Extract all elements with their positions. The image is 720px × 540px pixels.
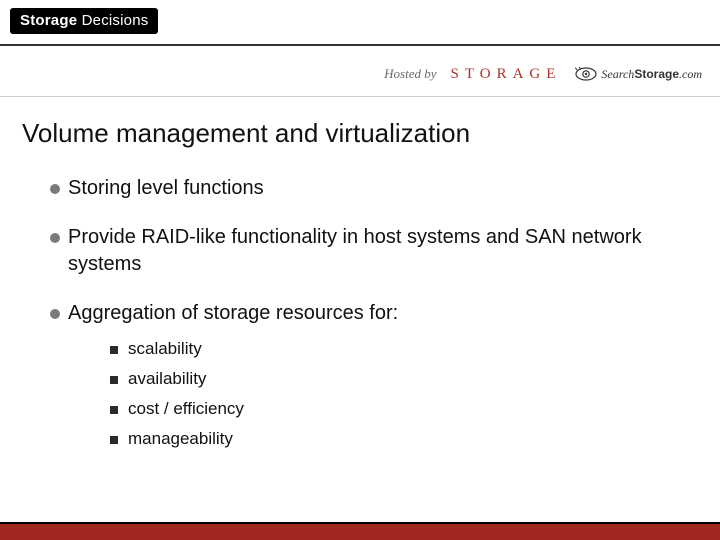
bullet-icon <box>50 184 60 194</box>
list-item: scalability <box>110 339 680 359</box>
list-item: Storing level functions <box>50 175 680 202</box>
header-bar: Storage Decisions <box>0 0 720 44</box>
sub-bullet-text: manageability <box>128 429 233 449</box>
search-storage-text: SearchStorage.com <box>601 67 702 82</box>
search-storage-logo: SearchStorage.com <box>575 67 702 82</box>
hosted-by-row: Hosted by STORAGE SearchStorage.com <box>0 54 720 94</box>
header-divider <box>0 44 720 46</box>
sub-bullet-text: cost / efficiency <box>128 399 244 419</box>
hosted-divider <box>0 96 720 97</box>
footer-bar <box>0 522 720 540</box>
bullet-text: Aggregation of storage resources for: <box>68 300 398 327</box>
list-item: Aggregation of storage resources for: <box>50 300 680 327</box>
hosted-by-label: Hosted by <box>384 66 436 82</box>
brand-badge: Storage Decisions <box>10 8 158 34</box>
page-title: Volume management and virtualization <box>22 118 470 149</box>
sub-bullet-text: scalability <box>128 339 202 359</box>
sub-list: scalability availability cost / efficien… <box>110 339 680 449</box>
dotcom: .com <box>679 67 702 81</box>
list-item: manageability <box>110 429 680 449</box>
content-area: Storing level functions Provide RAID-lik… <box>50 175 680 459</box>
eye-icon <box>575 67 597 81</box>
square-bullet-icon <box>110 406 118 414</box>
list-item: cost / efficiency <box>110 399 680 419</box>
sub-bullet-text: availability <box>128 369 206 389</box>
list-item: availability <box>110 369 680 389</box>
bullet-text: Storing level functions <box>68 175 264 202</box>
bullet-icon <box>50 233 60 243</box>
square-bullet-icon <box>110 436 118 444</box>
brand-word-2: Decisions <box>82 12 149 29</box>
bullet-icon <box>50 309 60 319</box>
list-item: Provide RAID-like functionality in host … <box>50 224 680 278</box>
search-word: Search <box>601 67 634 81</box>
brand-word-1: Storage <box>20 12 77 29</box>
bullet-text: Provide RAID-like functionality in host … <box>68 224 680 278</box>
square-bullet-icon <box>110 376 118 384</box>
storage-logo: STORAGE <box>451 66 562 83</box>
square-bullet-icon <box>110 346 118 354</box>
storage-word: Storage <box>634 67 679 81</box>
